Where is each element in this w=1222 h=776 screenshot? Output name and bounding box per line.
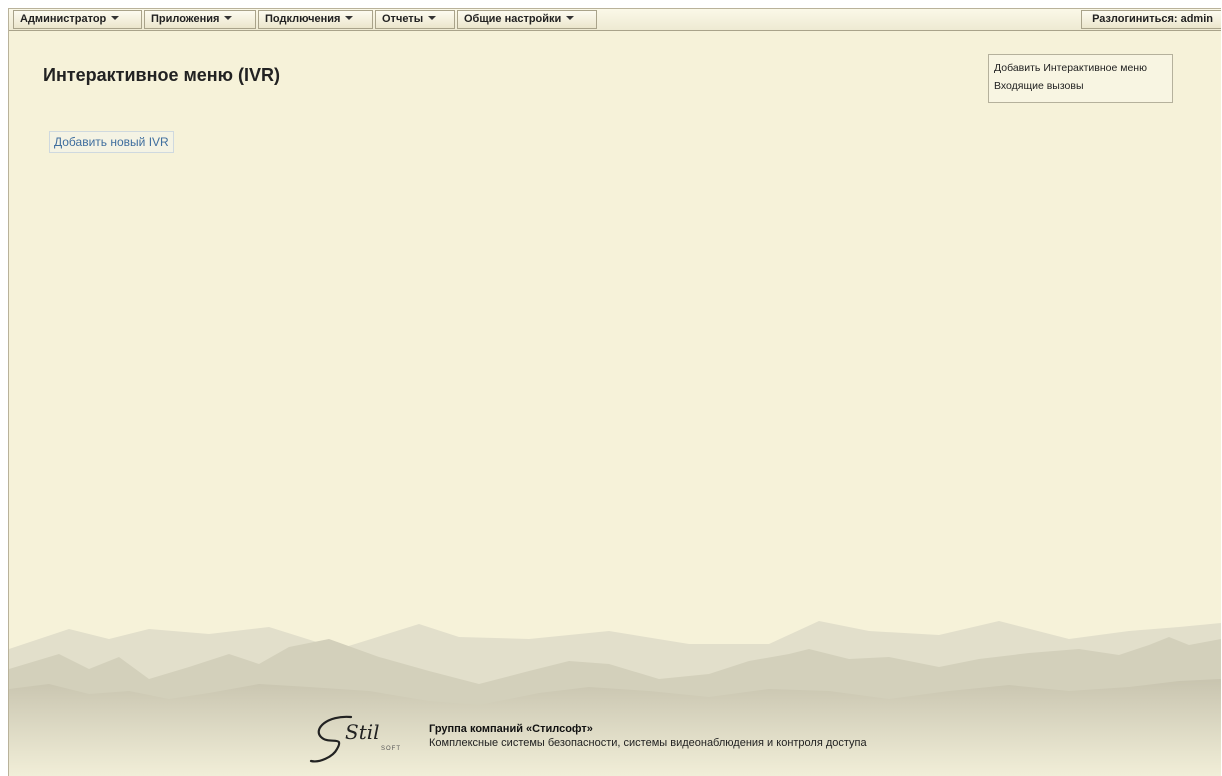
page-title: Интерактивное меню (IVR) [43,65,281,85]
menu-reports-label: Отчеты [382,13,424,25]
side-link-incoming-calls[interactable]: Входящие вызовы [994,77,1167,95]
menu-applications[interactable]: Приложения [144,10,256,29]
side-link-add-ivr[interactable]: Добавить Интерактивное меню [994,59,1167,77]
chevron-down-icon [111,16,120,21]
footer-tagline: Комплексные системы безопасности, систем… [429,737,867,749]
menu-administrator-label: Администратор [20,13,107,25]
app-frame: Администратор Приложения Подключения Отч… [8,8,1221,776]
top-menu-bar: Администратор Приложения Подключения Отч… [9,9,1221,31]
logo-subtext: SOFT [381,746,401,752]
add-ivr-button[interactable]: Добавить новый IVR [49,131,174,153]
chevron-down-icon [345,16,354,21]
chevron-down-icon [566,16,575,21]
side-links-box: Добавить Интерактивное меню Входящие выз… [988,54,1173,103]
menu-connections-label: Подключения [265,13,341,25]
menu-applications-label: Приложения [151,13,220,25]
menu-reports[interactable]: Отчеты [375,10,455,29]
menu-general-settings[interactable]: Общие настройки [457,10,597,29]
menu-connections[interactable]: Подключения [258,10,373,29]
menu-administrator[interactable]: Администратор [13,10,142,29]
logout-button[interactable]: Разлогиниться: admin [1081,10,1221,29]
footer-company: Группа компаний «Стилсофт» [429,723,593,735]
chevron-down-icon [428,16,437,21]
stilsoft-logo: Stil SOFT [309,715,401,763]
footer: Stil SOFT Группа компаний «Стилсофт» Ком… [307,709,1007,769]
menu-general-settings-label: Общие настройки [464,13,562,25]
logo-text: Stil [345,720,380,744]
chevron-down-icon [224,16,233,21]
